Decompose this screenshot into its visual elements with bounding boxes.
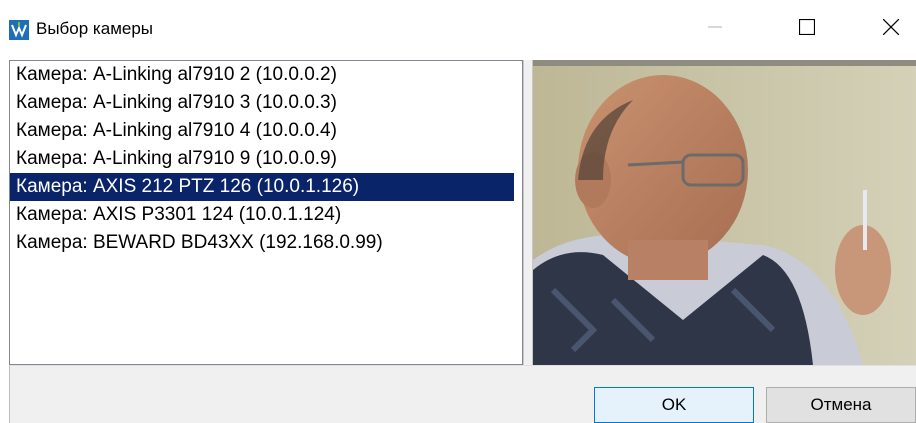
close-icon: [882, 18, 900, 40]
camera-list-item[interactable]: Камера: AXIS P3301 124 (10.0.1.124): [10, 201, 514, 229]
camera-list[interactable]: Камера: A-Linking al7910 2 (10.0.0.2) Кам…: [9, 60, 523, 365]
app-logo-icon: [9, 20, 29, 40]
minimize-button[interactable]: [692, 0, 738, 58]
camera-list-item[interactable]: Камера: AXIS 212 PTZ 126 (10.0.1.126): [10, 173, 514, 201]
camera-list-item[interactable]: Камера: A-Linking al7910 2 (10.0.0.2): [10, 61, 514, 89]
cancel-button[interactable]: Отмена: [766, 387, 916, 423]
panel-splitter[interactable]: [523, 60, 533, 365]
close-button[interactable]: [868, 0, 914, 58]
ok-button[interactable]: OK: [594, 387, 754, 423]
camera-list-item[interactable]: Камера: A-Linking al7910 3 (10.0.0.3): [10, 89, 514, 117]
maximize-button[interactable]: [784, 0, 830, 58]
camera-select-dialog: Выбор камеры Камера: A-Linking al7910 2 …: [0, 0, 916, 423]
camera-list-item[interactable]: Камера: A-Linking al7910 4 (10.0.0.4): [10, 117, 514, 145]
camera-preview: [533, 60, 916, 365]
title-bar[interactable]: Выбор камеры: [0, 0, 916, 58]
minimize-icon: [708, 20, 722, 39]
maximize-icon: [798, 18, 816, 40]
camera-preview-image: [533, 60, 916, 365]
camera-list-item[interactable]: Камера: BEWARD BD43XX (192.168.0.99): [10, 229, 514, 257]
camera-list-item[interactable]: Камера: A-Linking al7910 9 (10.0.0.9): [10, 145, 514, 173]
window-title: Выбор камеры: [36, 19, 154, 38]
